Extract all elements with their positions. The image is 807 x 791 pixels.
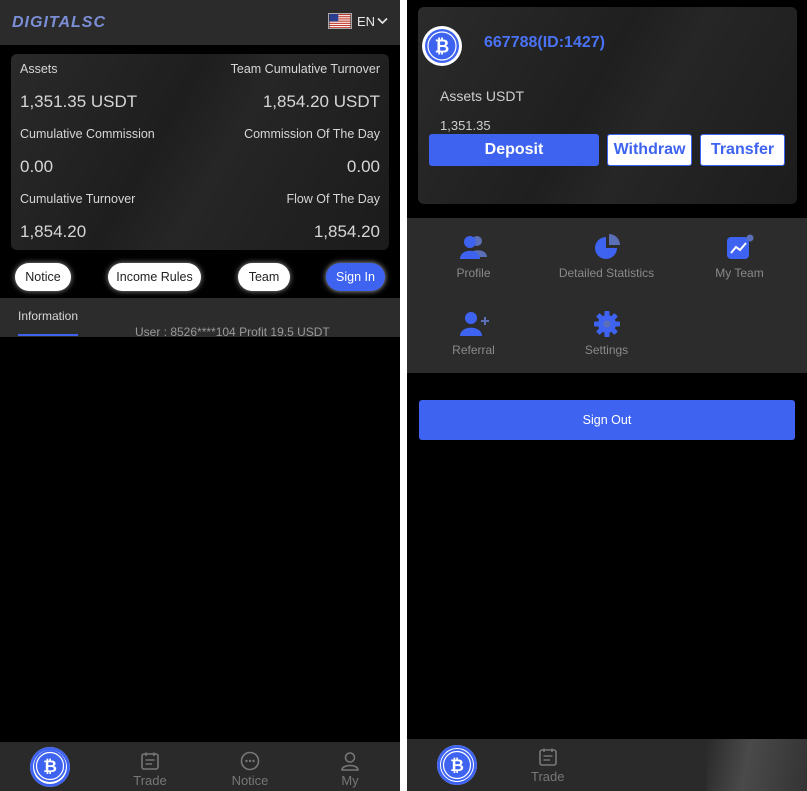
nav-trade-label: Trade (531, 769, 565, 784)
assets-label: Assets (20, 62, 58, 76)
menu-referral-label: Referral (452, 343, 495, 357)
chevron-down-icon (377, 17, 388, 25)
us-flag-icon (327, 13, 352, 29)
nav-notice-label: Notice (231, 773, 269, 788)
menu-profile[interactable]: Profile (407, 233, 540, 280)
home-screen: DIGITALSC EN Assets Team Cumulative Turn… (0, 0, 400, 791)
menu-detailed-statistics-label: Detailed Statistics (558, 266, 655, 280)
account-screen: ₿ 667788(ID:1427) Assets USDT 1,351.35 D… (407, 0, 807, 791)
menu-my-team-label: My Team (715, 266, 764, 280)
nav-trade[interactable]: Trade (531, 747, 564, 784)
day-flow-value: 1,854.20 (313, 222, 380, 241)
team-turnover-label: Team Cumulative Turnover (230, 62, 380, 76)
assets-usdt-label: Assets USDT (440, 88, 525, 104)
pie-chart-icon (594, 234, 620, 259)
menu-settings-label: Settings (584, 343, 629, 357)
profile-card: ₿ 667788(ID:1427) Assets USDT 1,351.35 D… (418, 7, 797, 204)
nav-trade[interactable]: Trade (100, 742, 200, 791)
nav-shade (707, 739, 807, 791)
information-bar: Information User : 8526****104 Profit 19… (0, 298, 400, 339)
profit-ticker: User : 8526****104 Profit 19.5 USDT (135, 325, 330, 339)
nav-home[interactable]: ₿ (0, 742, 100, 791)
nav-home[interactable]: ₿ (437, 745, 477, 785)
chat-icon (240, 751, 260, 771)
transfer-button[interactable]: Transfer (700, 134, 785, 166)
bitcoin-icon: ₿ (441, 749, 473, 781)
deposit-button[interactable]: Deposit (429, 134, 599, 166)
menu-my-team[interactable]: My Team (673, 233, 806, 280)
cumulative-turnover-label: Cumulative Turnover (20, 192, 136, 206)
cumulative-commission-value: 0.00 (20, 157, 54, 176)
team-chart-icon (726, 234, 753, 259)
gear-icon (593, 311, 620, 337)
language-label: EN (356, 13, 375, 29)
day-commission-label: Commission Of The Day (244, 127, 380, 141)
nav-notice[interactable]: Notice (200, 742, 300, 791)
svg-text:₿: ₿ (450, 756, 464, 776)
profile-icon (459, 236, 487, 259)
day-commission-value: 0.00 (346, 157, 380, 176)
bottom-nav: ₿ Trade (407, 739, 807, 791)
assets-value: 1,351.35 USDT (20, 92, 138, 111)
tab-active-indicator (18, 334, 78, 336)
bitcoin-icon: ₿ (422, 26, 462, 66)
trade-icon (538, 748, 557, 766)
sign-out-button[interactable]: Sign Out (419, 400, 795, 440)
top-bar: DIGITALSC EN (0, 0, 400, 45)
cumulative-turnover-value: 1,854.20 (20, 222, 87, 241)
menu-detailed-statistics[interactable]: Detailed Statistics (540, 233, 673, 280)
brand-logo: DIGITALSC (12, 14, 107, 31)
day-flow-label: Flow Of The Day (286, 192, 380, 206)
menu-settings[interactable]: Settings (540, 310, 673, 357)
nav-trade-label: Trade (133, 773, 167, 788)
add-user-icon (459, 312, 489, 336)
income-rules-button[interactable]: Income Rules (108, 263, 201, 291)
nav-my[interactable]: My (300, 742, 400, 791)
assets-usdt-value: 1,351.35 (440, 118, 491, 133)
notice-button[interactable]: Notice (15, 263, 71, 291)
team-turnover-value: 1,854.20 USDT (262, 92, 380, 111)
language-selector[interactable]: EN (327, 13, 388, 29)
assets-summary-card: Assets Team Cumulative Turnover 1,351.35… (11, 54, 389, 250)
svg-text:₿: ₿ (435, 37, 450, 58)
user-id: 667788(ID:1427) (484, 34, 605, 51)
account-menu: Profile Detailed Statistics My Team Refe… (407, 218, 807, 373)
menu-profile-label: Profile (456, 266, 491, 280)
nav-my-label: My (341, 773, 359, 788)
bottom-nav: ₿ Trade Notice My (0, 742, 400, 791)
withdraw-button[interactable]: Withdraw (607, 134, 692, 166)
bitcoin-icon: ₿ (30, 747, 70, 787)
team-button[interactable]: Team (238, 263, 290, 291)
user-icon (341, 752, 359, 771)
svg-text:₿: ₿ (43, 757, 57, 777)
tab-information[interactable]: Information (18, 309, 78, 323)
cumulative-commission-label: Cumulative Commission (20, 127, 155, 141)
trade-icon (141, 752, 159, 770)
menu-referral[interactable]: Referral (407, 310, 540, 357)
sign-in-button[interactable]: Sign In (326, 263, 385, 291)
